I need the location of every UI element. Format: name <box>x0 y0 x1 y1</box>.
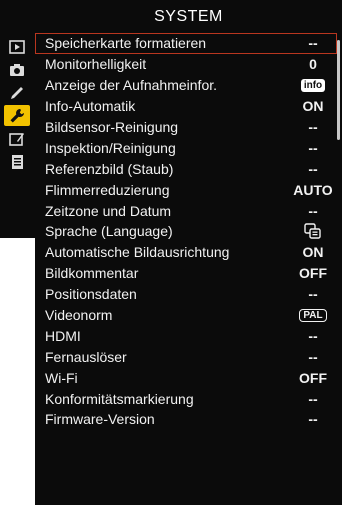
menu-item-label: Automatische Bildausrichtung <box>45 244 230 261</box>
menu-item-label: Speicherkarte formatieren <box>45 35 207 52</box>
menu-item[interactable]: Sprache (Language) <box>35 221 337 242</box>
menu-item-label: Zeitzone und Datum <box>45 202 172 219</box>
menu-item-value: 0 <box>309 56 317 73</box>
menu-item[interactable]: Positionsdaten -- <box>35 284 337 305</box>
retouch-icon[interactable] <box>4 128 30 149</box>
menu-item-value: OFF <box>299 369 327 386</box>
playback-icon[interactable] <box>4 36 30 57</box>
camera-icon[interactable] <box>4 59 30 80</box>
menu-item-value: ON <box>302 98 324 115</box>
menu-item-label: Fernauslöser <box>45 348 127 365</box>
menu-item-value: info <box>293 75 333 96</box>
menu-item[interactable]: Bildsensor-Reinigung -- <box>35 117 337 138</box>
menu-item[interactable]: Wi-Fi OFF <box>35 367 337 388</box>
menu-item[interactable]: Zeitzone und Datum -- <box>35 200 337 221</box>
menu-item-value: -- <box>308 390 318 407</box>
info-badge: info <box>300 78 326 92</box>
menu-item-value: OFF <box>299 265 327 282</box>
menu-item-value: AUTO <box>293 181 333 198</box>
menu-item-value: -- <box>308 348 318 365</box>
menu-item-label: Videonorm <box>45 307 113 324</box>
pal-badge: PAL <box>299 308 327 322</box>
menu-item-label: Anzeige der Aufnahmeinfor. <box>45 77 218 94</box>
menu-item-value: -- <box>308 286 318 303</box>
menu-item-label: Positionsdaten <box>45 286 137 303</box>
menu-item-label: Sprache (Language) <box>45 223 173 240</box>
my-menu-icon[interactable] <box>4 151 30 172</box>
menu-item-value: -- <box>308 160 318 177</box>
menu-item[interactable]: Bildkommentar OFF <box>35 263 337 284</box>
menu-item-label: Konformitätsmarkierung <box>45 390 194 407</box>
menu-item[interactable]: HDMI -- <box>35 325 337 346</box>
wrench-icon[interactable] <box>4 105 30 126</box>
menu-item[interactable]: Inspektion/Reinigung -- <box>35 137 337 158</box>
menu-item-label: Inspektion/Reinigung <box>45 139 176 156</box>
menu-item-label: Info-Automatik <box>45 98 136 115</box>
menu-item-value: -- <box>308 139 318 156</box>
menu-item-label: HDMI <box>45 327 81 344</box>
menu-item-value: -- <box>308 411 318 428</box>
menu-item[interactable]: Speicherkarte formatieren -- <box>35 33 337 54</box>
menu-item[interactable]: Info-Automatik ON <box>35 96 337 117</box>
menu-item-value: -- <box>308 35 318 52</box>
menu-item[interactable]: Automatische Bildausrichtung ON <box>35 242 337 263</box>
pencil-icon[interactable] <box>4 82 30 103</box>
menu-item-value: -- <box>308 202 318 219</box>
menu-item-label: Firmware-Version <box>45 411 155 428</box>
menu-item-label: Referenzbild (Staub) <box>45 160 174 177</box>
menu-item-label: Wi-Fi <box>45 369 78 386</box>
system-menu-list: Speicherkarte formatieren -- Monitorhellig… <box>35 33 337 430</box>
menu-tab-sidebar <box>4 36 34 174</box>
menu-item-label: Monitorhelligkeit <box>45 56 147 73</box>
menu-item[interactable]: Videonorm PAL <box>35 305 337 326</box>
menu-item[interactable]: Anzeige der Aufnahmeinfor. info <box>35 75 337 96</box>
menu-item[interactable]: Firmware-Version -- <box>35 409 337 430</box>
menu-item[interactable]: Konformitätsmarkierung -- <box>35 388 337 409</box>
menu-item-label: Bildkommentar <box>45 265 139 282</box>
menu-item[interactable]: Flimmerreduzierung AUTO <box>35 179 337 200</box>
menu-item-value: -- <box>308 327 318 344</box>
menu-item[interactable]: Referenzbild (Staub) -- <box>35 158 337 179</box>
menu-item-value: ON <box>302 244 324 261</box>
menu-item-value: -- <box>308 119 318 135</box>
menu-item-label: Flimmerreduzierung <box>45 181 170 198</box>
language-icon <box>304 223 321 240</box>
menu-item[interactable]: Monitorhelligkeit 0 <box>35 54 337 75</box>
scrollbar[interactable] <box>337 40 340 140</box>
menu-title: SYSTEM <box>154 8 223 25</box>
menu-item-value: PAL <box>293 305 333 326</box>
menu-item[interactable]: Fernauslöser -- <box>35 346 337 367</box>
menu-item-value <box>293 221 333 242</box>
menu-item-label: Bildsensor-Reinigung <box>45 119 179 135</box>
